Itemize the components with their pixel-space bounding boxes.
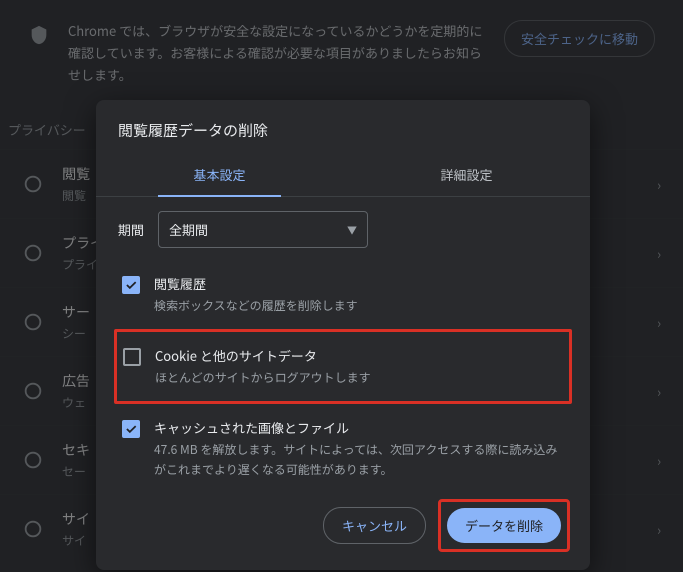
option-highlight: Cookie と他のサイトデータ ほとんどのサイトからログアウトします [114, 329, 572, 404]
option-wrap: キャッシュされた画像とファイル 47.6 MB を解放します。サイトによっては、… [118, 410, 568, 485]
option-desc: ほとんどのサイトからログアウトします [155, 368, 371, 387]
option-title: キャッシュされた画像とファイル [154, 418, 564, 437]
confirm-highlight: データを削除 [438, 499, 570, 552]
option-desc: 検索ボックスなどの履歴を削除します [154, 296, 358, 315]
option-row: Cookie と他のサイトデータ ほとんどのサイトからログアウトします [119, 338, 567, 395]
safety-banner-text: Chrome では、ブラウザが安全な設定になっているかどうかを定期的に確認してい… [68, 20, 486, 86]
lock-icon [22, 449, 44, 471]
checkbox[interactable] [122, 420, 140, 438]
dialog-body: 期間 全期間 ▼ 閲覧履歴 検索ボックスなどの履歴を削除します Cookie と… [96, 197, 590, 485]
tab-advanced[interactable]: 詳細設定 [343, 155, 590, 196]
tab-basic[interactable]: 基本設定 [96, 155, 343, 196]
trash-icon [22, 173, 44, 195]
time-range-value: 全期間 [169, 220, 208, 239]
target-icon [22, 242, 44, 264]
chevron-right-icon: › [657, 520, 661, 539]
clear-browsing-data-dialog: 閲覧履歴データの削除 基本設定 詳細設定 期間 全期間 ▼ 閲覧履歴 検索ボック… [96, 100, 590, 570]
safety-banner: Chrome では、ブラウザが安全な設定になっているかどうかを定期的に確認してい… [0, 0, 683, 106]
chevron-right-icon: › [657, 313, 661, 332]
option-title: Cookie と他のサイトデータ [155, 346, 371, 365]
tune-icon [22, 518, 44, 540]
option-wrap: 閲覧履歴 検索ボックスなどの履歴を削除します [118, 266, 568, 323]
time-range-select[interactable]: 全期間 ▼ [158, 211, 368, 248]
option-title: 閲覧履歴 [154, 274, 358, 293]
clear-data-button[interactable]: データを削除 [447, 508, 561, 543]
dialog-title: 閲覧履歴データの削除 [96, 100, 590, 155]
dialog-footer: キャンセル データを削除 [96, 485, 590, 570]
dialog-tabs: 基本設定 詳細設定 [96, 155, 590, 197]
safety-check-button[interactable]: 安全チェックに移動 [504, 20, 655, 57]
checkbox[interactable] [123, 348, 141, 366]
option-row: キャッシュされた画像とファイル 47.6 MB を解放します。サイトによっては、… [118, 410, 568, 485]
chevron-right-icon: › [657, 175, 661, 194]
option-desc: 47.6 MB を解放します。サイトによっては、次回アクセスする際に読み込みがこ… [154, 440, 564, 478]
chevron-right-icon: › [657, 451, 661, 470]
options-list: 閲覧履歴 検索ボックスなどの履歴を削除します Cookie と他のサイトデータ … [118, 266, 568, 485]
chevron-right-icon: › [657, 382, 661, 401]
cookie-icon [22, 311, 44, 333]
chevron-down-icon: ▼ [347, 222, 357, 237]
cancel-button[interactable]: キャンセル [323, 507, 426, 544]
time-range-label: 期間 [118, 220, 144, 239]
checkbox[interactable] [122, 276, 140, 294]
time-range-row: 期間 全期間 ▼ [118, 211, 568, 248]
option-row: 閲覧履歴 検索ボックスなどの履歴を削除します [118, 266, 568, 323]
ad-icon [22, 380, 44, 402]
chevron-right-icon: › [657, 244, 661, 263]
shield-icon [28, 24, 50, 46]
